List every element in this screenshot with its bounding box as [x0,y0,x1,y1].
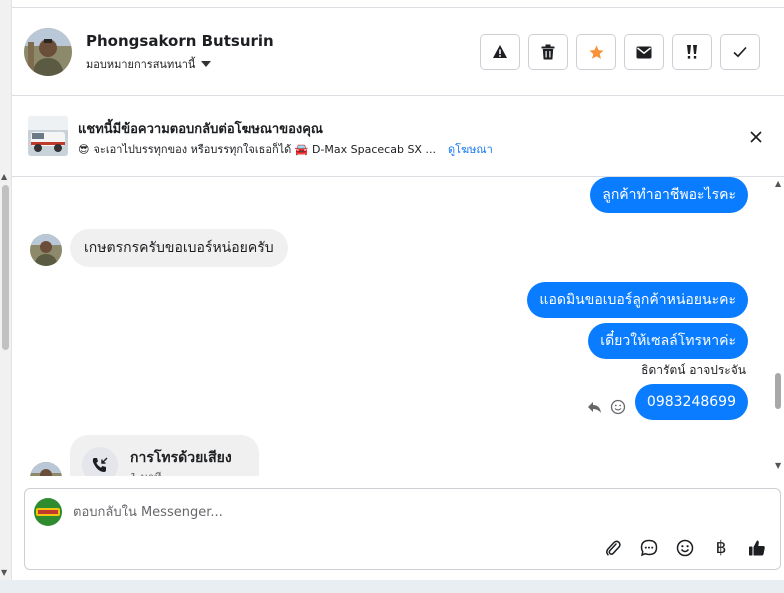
like-button[interactable] [746,537,768,559]
close-banner-button[interactable] [746,127,766,147]
delete-button[interactable] [528,34,568,70]
saved-replies-button[interactable] [638,537,660,559]
star-icon [588,44,604,59]
scroll-up-arrow-icon[interactable]: ▲ [1,172,7,182]
missed-call-icon [92,457,108,472]
report-spam-button[interactable] [480,34,520,70]
reply-composer: ฿ [24,488,781,570]
reply-icon[interactable] [587,401,602,414]
message-bubble-outgoing[interactable]: 0983248699 [634,384,748,420]
smiley-icon [676,539,694,557]
composer-toolbar: ฿ [602,537,768,559]
call-title: การโทรด้วยเสียง [130,450,232,466]
message-bubble-outgoing[interactable]: แอดมินขอเบอร์ลูกค้าหน่อยนะคะ [527,282,748,318]
view-ad-link[interactable]: ดูโฆษณา [448,140,493,158]
contact-name: Phongsakorn Butsurin [86,32,274,50]
paperclip-icon [606,540,621,556]
ad-thumbnail[interactable] [28,116,68,156]
caret-down-icon [201,61,212,67]
thumbs-up-icon [749,540,765,556]
call-duration: 1 นาที [130,468,161,476]
assign-conversation-dropdown[interactable]: มอบหมายการสนทนานี้ [86,55,212,73]
contact-avatar-small[interactable] [30,462,62,476]
message-bubble-outgoing[interactable]: เดี๋ยวให้เซลล์โทรหาค่ะ [588,323,748,359]
header-actions [480,34,760,70]
message-sender-name: ธิดารัตน์ อาจประจัน [641,363,746,377]
page-avatar [34,498,62,526]
attach-file-button[interactable] [602,537,624,559]
mark-unread-button[interactable] [624,34,664,70]
scroll-down-arrow-icon[interactable]: ▼ [775,461,781,470]
scroll-up-arrow-icon[interactable]: ▲ [775,179,781,188]
window-bottom-strip [0,580,784,593]
chat-bubble-icon [640,539,658,557]
reply-input[interactable] [73,501,673,523]
warning-icon [493,45,507,58]
check-icon [733,46,747,58]
call-icon-circle [82,447,118,476]
scrollbar-thumb[interactable] [2,185,9,350]
message-thread[interactable]: ลูกค้าทำอาชีพอะไรคะ เกษตรกรครับขอเบอร์หน… [12,177,784,476]
scroll-down-arrow-icon[interactable]: ▼ [1,568,7,578]
ad-banner-title: แชทนี้มีข้อความตอบกลับต่อโฆษณาของคุณ [78,122,323,137]
left-scrollbar[interactable]: ▲ ▼ [0,0,12,580]
message-bubble-outgoing[interactable]: ลูกค้าทำอาชีพอะไรคะ [590,177,748,213]
message-actions [587,399,626,415]
follow-up-button[interactable] [672,34,712,70]
ad-banner-description: 😎 จะเอาไปบรรทุกของ หรือบรรทุกใจเธอก็ได้ … [78,140,493,158]
react-emoji-icon[interactable] [610,399,626,415]
priority-icon [687,45,697,59]
contact-avatar-small[interactable] [30,234,62,266]
mail-icon [636,46,652,58]
payment-baht-icon[interactable]: ฿ [710,537,732,559]
star-button[interactable] [576,34,616,70]
trash-icon [541,44,555,60]
voice-call-card[interactable]: การโทรด้วยเสียง 1 นาที [70,435,259,476]
messenger-inbox-panel: ▲ ▼ Phongsakorn Butsurin มอบหมายการสนทนา… [0,0,784,580]
assign-label: มอบหมายการสนทนานี้ [86,58,196,71]
top-divider [12,0,784,8]
close-icon [750,131,762,143]
thread-scrollbar[interactable]: ▲ ▼ [774,177,784,476]
conversation-header: Phongsakorn Butsurin มอบหมายการสนทนานี้ [12,8,784,96]
scrollbar-thumb[interactable] [775,373,781,409]
ad-reply-banner: แชทนี้มีข้อความตอบกลับต่อโฆษณาของคุณ 😎 จ… [12,97,784,177]
contact-avatar[interactable] [24,28,72,76]
sunglasses-emoji-icon: 😎 [78,142,90,156]
emoji-button[interactable] [674,537,696,559]
ad-text: จะเอาไปบรรทุกของ หรือบรรทุกใจเธอก็ได้ 🚘 … [93,143,436,156]
message-bubble-incoming[interactable]: เกษตรกรครับขอเบอร์หน่อยครับ [70,229,288,267]
mark-done-button[interactable] [720,34,760,70]
